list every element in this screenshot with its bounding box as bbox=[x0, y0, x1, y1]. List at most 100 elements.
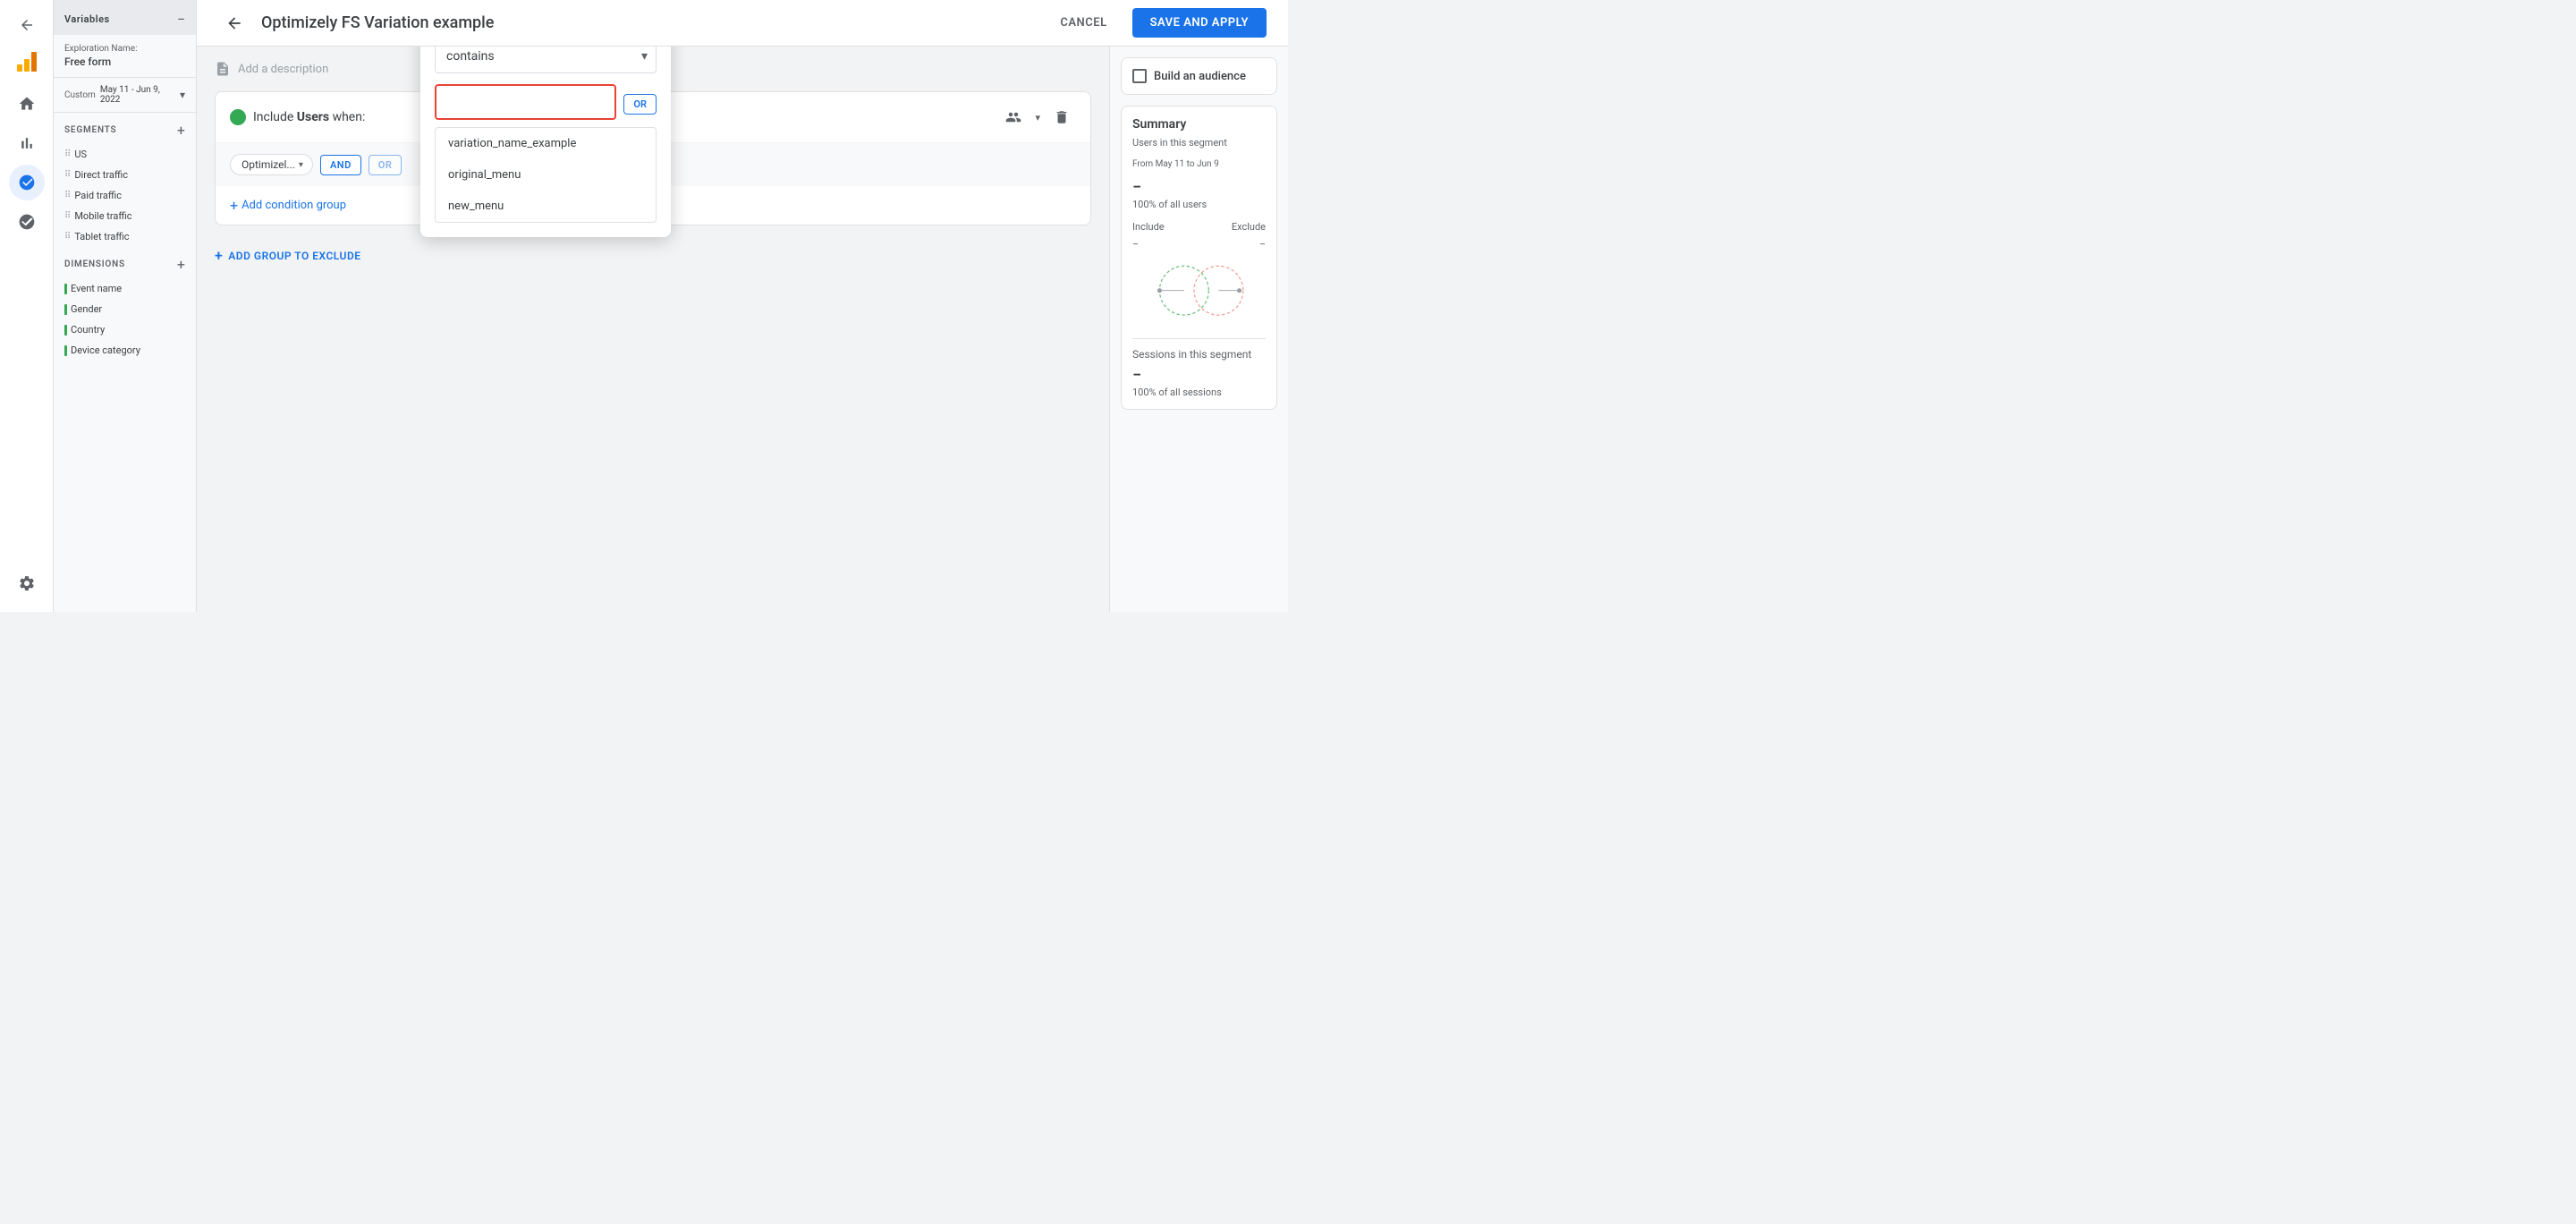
exploration-info: Exploration Name: Free form bbox=[54, 35, 196, 78]
condition-chip-label: Optimizel... bbox=[242, 158, 295, 171]
segment-item-paid-traffic[interactable]: ⠿ Paid traffic bbox=[59, 185, 191, 206]
nav-back-button[interactable] bbox=[9, 7, 45, 43]
page-title: Optimizely FS Variation example bbox=[261, 13, 1046, 32]
logo-bar-2 bbox=[24, 59, 30, 72]
and-button[interactable]: AND bbox=[320, 155, 361, 175]
nav-home-button[interactable] bbox=[9, 86, 45, 122]
include-stat: − bbox=[1132, 238, 1139, 251]
add-dimension-button[interactable]: + bbox=[177, 256, 185, 273]
plus-icon: + bbox=[230, 197, 238, 214]
drag-handle-icon: ⠿ bbox=[64, 149, 71, 159]
build-audience-card[interactable]: Build an audience bbox=[1121, 57, 1277, 95]
dimension-gender[interactable]: Gender bbox=[59, 299, 191, 319]
include-header-actions: ▾ bbox=[999, 103, 1076, 132]
nav-reports-button[interactable] bbox=[9, 125, 45, 161]
exploration-name: Free form bbox=[64, 55, 185, 68]
segment-item-label: Direct traffic bbox=[74, 169, 128, 181]
header-actions: CANCEL SAVE AND APPLY bbox=[1046, 8, 1267, 38]
segment-item-label: Tablet traffic bbox=[74, 231, 129, 242]
option-label: original_menu bbox=[448, 168, 521, 182]
main-content: Optimizely FS Variation example CANCEL S… bbox=[197, 0, 1288, 612]
dimension-label: Gender bbox=[71, 303, 102, 315]
include-label-small: Include bbox=[1132, 221, 1165, 233]
dimension-color-bar bbox=[64, 345, 67, 356]
exploration-label: Exploration Name: bbox=[64, 44, 185, 54]
logo-bar-1 bbox=[17, 64, 22, 72]
add-group-to-exclude-button[interactable]: + ADD GROUP TO EXCLUDE bbox=[215, 236, 361, 275]
nav-explore-button[interactable] bbox=[9, 165, 45, 200]
add-condition-button[interactable]: + Add condition group bbox=[230, 197, 346, 214]
segment-item-label: Paid traffic bbox=[74, 190, 122, 201]
sessions-pct: 100% of all sessions bbox=[1132, 387, 1266, 398]
analytics-nav bbox=[0, 0, 54, 612]
condition-chip-optimizely[interactable]: Optimizel... ▾ bbox=[230, 154, 313, 175]
segments-title: SEGMENTS bbox=[64, 125, 116, 135]
summary-divider bbox=[1132, 338, 1266, 339]
or-inline-button[interactable]: OR bbox=[623, 94, 657, 115]
date-range-row[interactable]: Custom May 11 - Jun 9, 2022 ▾ bbox=[54, 78, 196, 113]
builder-main: Add a description Include Users when: ▾ bbox=[197, 47, 1109, 612]
summary-title: Summary bbox=[1132, 117, 1266, 132]
users-scope-button[interactable] bbox=[999, 103, 1028, 132]
build-audience-label: Build an audience bbox=[1154, 70, 1246, 83]
sessions-stat: − bbox=[1132, 366, 1266, 385]
dimension-color-bar bbox=[64, 304, 67, 315]
dropdown-options: variation_name_example original_menu new… bbox=[435, 127, 657, 223]
summary-subtitle: Users in this segment bbox=[1132, 137, 1266, 149]
segment-list: ⠿ US ⠿ Direct traffic ⠿ Paid traffic ⠿ M… bbox=[54, 144, 196, 247]
segment-item-tablet-traffic[interactable]: ⠿ Tablet traffic bbox=[59, 226, 191, 247]
dimension-device-category[interactable]: Device category bbox=[59, 340, 191, 361]
include-label: Include Users when: bbox=[253, 110, 365, 124]
description-placeholder[interactable]: Add a description bbox=[238, 63, 328, 76]
drag-handle-icon: ⠿ bbox=[64, 232, 71, 242]
dropdown-option-new-menu[interactable]: new_menu bbox=[436, 191, 656, 222]
scope-dropdown-arrow[interactable]: ▾ bbox=[1035, 112, 1040, 123]
date-label: Custom bbox=[64, 90, 96, 100]
dimensions-title: DIMENSIONS bbox=[64, 259, 125, 269]
top-header: Optimizely FS Variation example CANCEL S… bbox=[197, 0, 1288, 47]
segment-item-mobile-traffic[interactable]: ⠿ Mobile traffic bbox=[59, 206, 191, 226]
drag-handle-icon: ⠿ bbox=[64, 170, 71, 180]
users-bold: Users bbox=[297, 110, 329, 124]
variables-header: Variables − bbox=[54, 0, 196, 35]
condition-select-wrapper: contains exactly matches begins with end… bbox=[435, 47, 657, 73]
segment-item-label: Mobile traffic bbox=[74, 210, 131, 222]
right-panel: Build an audience Summary Users in this … bbox=[1109, 47, 1288, 612]
condition-select[interactable]: contains exactly matches begins with end… bbox=[435, 47, 657, 73]
dimension-country[interactable]: Country bbox=[59, 319, 191, 340]
add-group-exclude-label: ADD GROUP TO EXCLUDE bbox=[228, 250, 360, 262]
nav-settings-button[interactable] bbox=[9, 565, 45, 601]
dimension-event-name[interactable]: Event name bbox=[59, 278, 191, 299]
save-apply-button[interactable]: SAVE AND APPLY bbox=[1132, 8, 1267, 38]
cancel-button[interactable]: CANCEL bbox=[1046, 9, 1121, 37]
option-label: new_menu bbox=[448, 200, 504, 213]
dimension-color-bar bbox=[64, 284, 67, 294]
dropdown-option-original-menu[interactable]: original_menu bbox=[436, 159, 656, 191]
dimension-label: Country bbox=[71, 324, 105, 336]
date-dropdown-arrow[interactable]: ▾ bbox=[180, 89, 185, 101]
segment-builder: Add a description Include Users when: ▾ bbox=[197, 47, 1288, 612]
condition-value-input[interactable] bbox=[435, 84, 616, 120]
segment-item-direct-traffic[interactable]: ⠿ Direct traffic bbox=[59, 165, 191, 185]
drag-handle-icon: ⠿ bbox=[64, 191, 71, 200]
or-button[interactable]: OR bbox=[369, 155, 402, 175]
delete-include-button[interactable] bbox=[1047, 103, 1076, 132]
header-back-button[interactable] bbox=[218, 7, 250, 39]
summary-date: From May 11 to Jun 9 bbox=[1132, 159, 1266, 169]
dimension-label: Event name bbox=[71, 283, 122, 294]
build-audience-checkbox[interactable] bbox=[1132, 69, 1147, 83]
stats-row: − − bbox=[1132, 238, 1266, 251]
user-stat: − bbox=[1132, 178, 1266, 197]
add-segment-button[interactable]: + bbox=[177, 122, 185, 139]
variables-collapse-button[interactable]: − bbox=[177, 11, 185, 28]
segment-item-us[interactable]: ⠿ US bbox=[59, 144, 191, 165]
dimension-list: Event name Gender Country Device categor… bbox=[54, 278, 196, 361]
sessions-title: Sessions in this segment bbox=[1132, 348, 1266, 361]
value-row: OR bbox=[435, 84, 657, 123]
nav-advertising-button[interactable] bbox=[9, 204, 45, 240]
dropdown-option-variation[interactable]: variation_name_example bbox=[436, 128, 656, 159]
analytics-logo bbox=[17, 50, 37, 72]
plus-icon: + bbox=[215, 247, 223, 264]
user-pct: 100% of all users bbox=[1132, 199, 1266, 210]
include-indicator bbox=[230, 109, 246, 125]
